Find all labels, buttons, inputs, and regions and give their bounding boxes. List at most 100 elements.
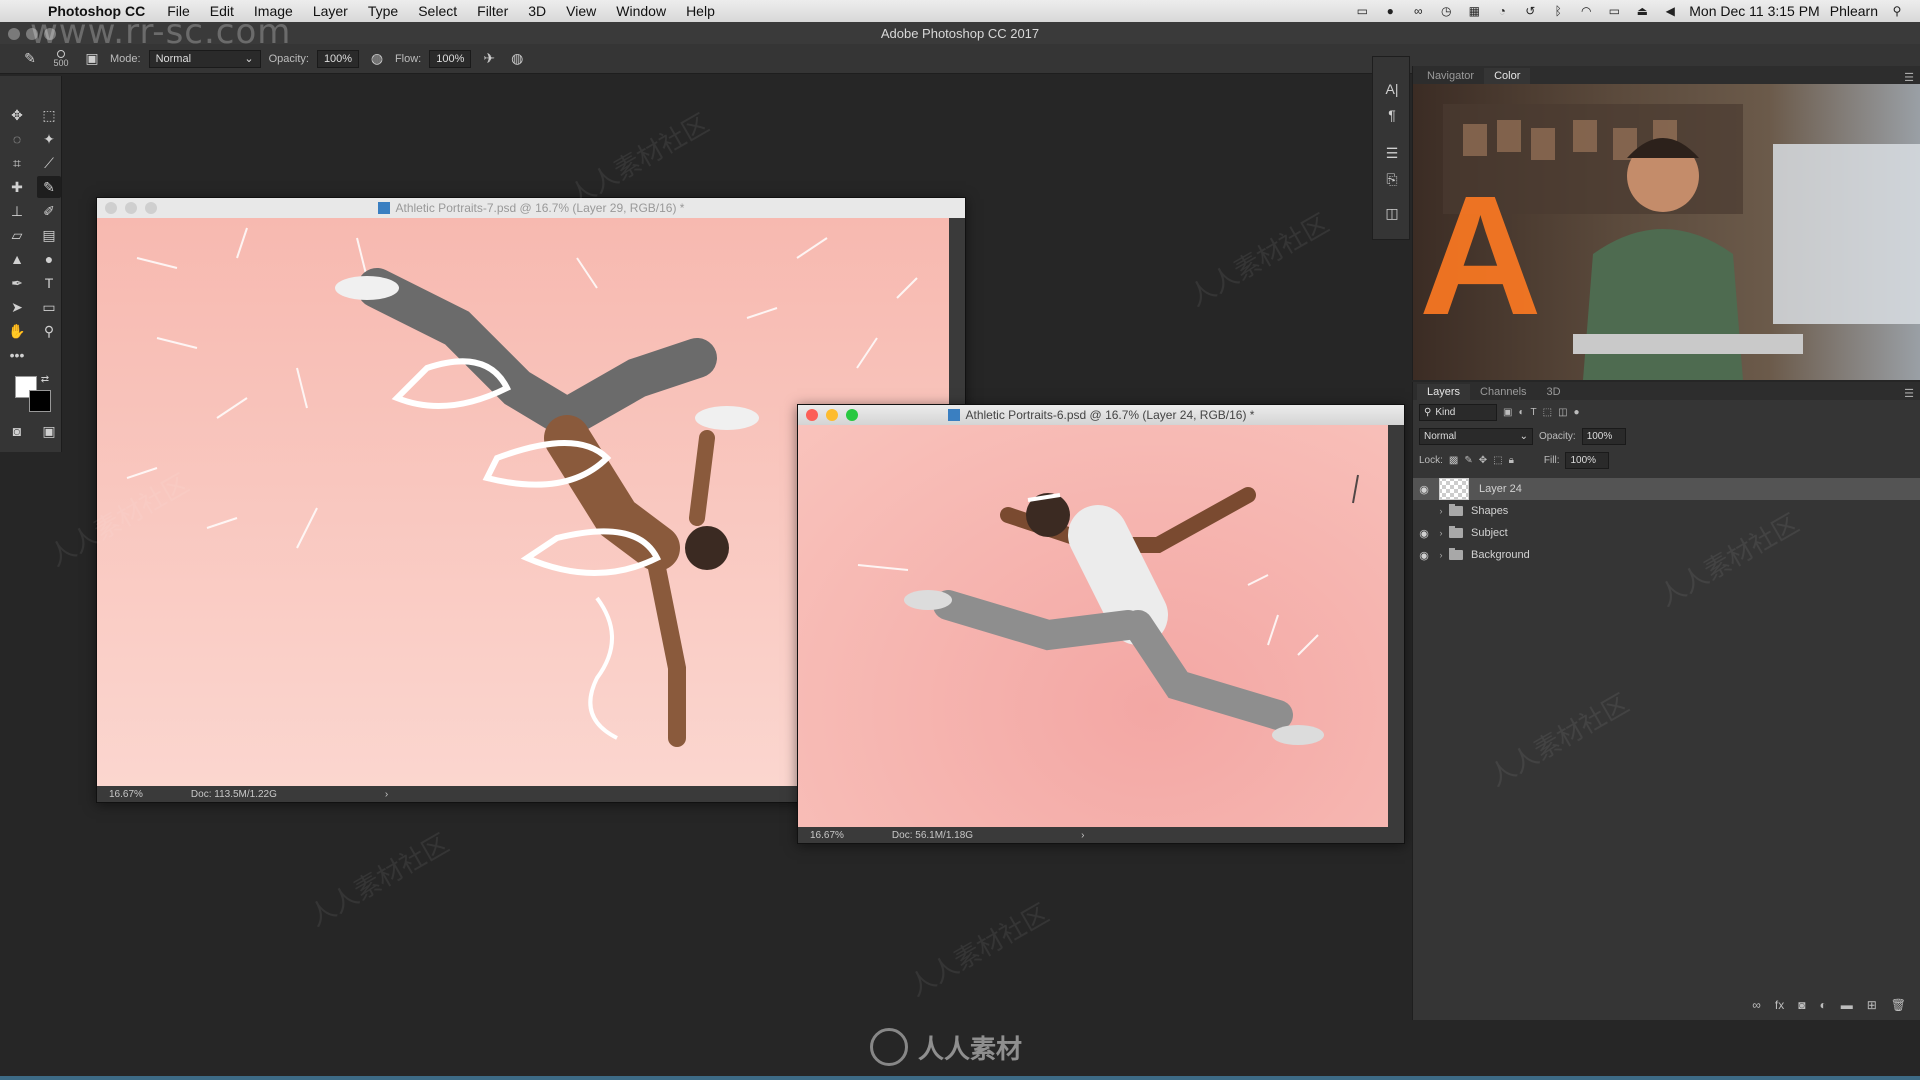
lock-position-icon[interactable]: ✥ [1479, 455, 1487, 466]
expand-caret-icon[interactable]: › [1435, 528, 1447, 538]
brush-tool-icon[interactable]: ✎ [20, 49, 40, 69]
mode-select[interactable]: Normal ⌄ [148, 49, 261, 68]
shape-tool-icon[interactable]: ▭ [37, 296, 61, 318]
eyedropper-tool-icon[interactable]: ⟋ [37, 152, 61, 174]
visibility-eye-icon[interactable]: ◉ [1413, 527, 1435, 540]
crop-tool-icon[interactable]: ⌗ [5, 152, 29, 174]
character-panel-icon[interactable]: A| [1381, 79, 1403, 99]
document-titlebar[interactable]: Athletic Portraits-7.psd @ 16.7% (Layer … [97, 198, 965, 218]
tab-layers[interactable]: Layers [1417, 384, 1471, 400]
marquee-tool-icon[interactable]: ⬚ [37, 104, 61, 126]
status-menu-arrow-icon[interactable]: › [385, 789, 388, 800]
history-panel-icon[interactable]: ⎘ [1381, 169, 1403, 189]
lasso-tool-icon[interactable]: ◌ [5, 128, 29, 150]
document-titlebar[interactable]: Athletic Portraits-6.psd @ 16.7% (Layer … [798, 405, 1404, 425]
document-window-portraits-6[interactable]: Athletic Portraits-6.psd @ 16.7% (Layer … [797, 404, 1405, 844]
menu-type[interactable]: Type [358, 3, 408, 19]
fill-input[interactable]: 100% [1565, 451, 1610, 469]
panel-menu-icon[interactable]: ☰ [1904, 71, 1920, 84]
type-tool-icon[interactable]: T [37, 272, 61, 294]
filter-type-icon[interactable]: T [1531, 407, 1537, 418]
wifi-icon[interactable]: ◠ [1577, 4, 1595, 18]
menu-filter[interactable]: Filter [467, 3, 518, 19]
history-brush-tool-icon[interactable]: ✐ [37, 200, 61, 222]
filter-pixel-icon[interactable]: ▣ [1503, 407, 1512, 418]
pressure-opacity-icon[interactable]: ◍ [367, 49, 387, 69]
zoom-document-button[interactable] [846, 409, 858, 421]
path-selection-tool-icon[interactable]: ➤ [5, 296, 29, 318]
minimize-document-button[interactable] [125, 202, 137, 214]
filter-smart-object-icon[interactable]: ◫ [1558, 407, 1567, 418]
close-window-button[interactable] [8, 28, 20, 40]
bluetooth-icon[interactable]: ᛒ [1549, 4, 1567, 18]
time-machine-icon[interactable]: ↺ [1521, 4, 1539, 18]
pen-tool-icon[interactable]: ✒ [5, 272, 29, 294]
zoom-tool-icon[interactable]: ⚲ [37, 320, 61, 342]
menubar-user[interactable]: Phlearn [1830, 3, 1878, 19]
eject-icon[interactable]: ⏏ [1633, 4, 1651, 18]
layer-style-fx-icon[interactable]: fx [1775, 998, 1784, 1012]
filter-shape-icon[interactable]: ⬚ [1543, 407, 1552, 418]
grid-icon[interactable]: ▦ [1465, 4, 1483, 18]
tab-channels[interactable]: Channels [1470, 384, 1536, 400]
lock-pixels-icon[interactable]: ✎ [1464, 455, 1472, 466]
zoom-level[interactable]: 16.67% [810, 830, 844, 841]
eraser-tool-icon[interactable]: ▱ [5, 224, 29, 246]
zoom-level[interactable]: 16.67% [109, 789, 143, 800]
expand-caret-icon[interactable]: › [1435, 506, 1447, 516]
delete-layer-icon[interactable]: 🗑︎ [1891, 998, 1906, 1012]
hand-tool-icon[interactable]: ✋ [5, 320, 29, 342]
layer-row-layer-24[interactable]: ◉ Layer 24 [1413, 478, 1920, 500]
tab-3d[interactable]: 3D [1537, 384, 1571, 400]
visibility-eye-icon[interactable]: ◉ [1413, 483, 1435, 496]
adjustments-panel-icon[interactable]: ◫ [1381, 203, 1403, 223]
adjustment-layer-icon[interactable]: ◐ [1819, 998, 1826, 1012]
dodge-tool-icon[interactable]: ● [37, 248, 61, 270]
zoom-document-button[interactable] [145, 202, 157, 214]
new-layer-icon[interactable]: ⊞ [1867, 998, 1877, 1012]
tab-color[interactable]: Color [1484, 68, 1531, 84]
backup-icon[interactable]: ◔ [1493, 4, 1511, 18]
properties-panel-icon[interactable]: ☰ [1381, 143, 1403, 163]
close-document-button[interactable] [105, 202, 117, 214]
flow-input[interactable]: 100% [429, 49, 472, 68]
more-tools-icon[interactable]: ••• [5, 344, 29, 366]
gradient-tool-icon[interactable]: ▤ [37, 224, 61, 246]
document-canvas[interactable] [798, 425, 1390, 829]
layer-opacity-input[interactable]: 100% [1581, 427, 1626, 445]
menu-view[interactable]: View [556, 3, 606, 19]
pressure-size-icon[interactable]: ◍ [507, 49, 527, 69]
menu-help[interactable]: Help [676, 3, 725, 19]
expand-caret-icon[interactable]: › [1435, 550, 1447, 560]
creative-cloud-icon[interactable]: ∞ [1409, 4, 1427, 18]
add-mask-icon[interactable]: ◙ [1798, 998, 1805, 1012]
menu-layer[interactable]: Layer [303, 3, 358, 19]
link-layers-icon[interactable]: ∞ [1752, 998, 1761, 1012]
background-color-swatch[interactable] [29, 390, 51, 412]
tab-navigator[interactable]: Navigator [1417, 68, 1484, 84]
swap-colors-icon[interactable]: ⇄ [38, 372, 52, 386]
filter-adjustment-icon[interactable]: ◐ [1518, 407, 1524, 418]
filter-toggle-icon[interactable]: ● [1574, 407, 1580, 418]
menu-3d[interactable]: 3D [518, 3, 556, 19]
volume-icon[interactable]: ◀ [1661, 4, 1679, 18]
menu-window[interactable]: Window [606, 3, 676, 19]
layer-row-background[interactable]: ◉ › Background [1413, 544, 1920, 566]
lock-artboard-icon[interactable]: ⬚ [1493, 455, 1502, 466]
app-status-icon[interactable]: ● [1381, 4, 1399, 18]
layer-row-shapes[interactable]: ◉ › Shapes [1413, 500, 1920, 522]
paragraph-panel-icon[interactable]: ¶ [1381, 105, 1403, 125]
blur-tool-icon[interactable]: ▲ [5, 248, 29, 270]
vertical-scrollbar[interactable] [1388, 425, 1404, 829]
close-document-button[interactable] [806, 409, 818, 421]
screen-mode-icon[interactable]: ▣ [37, 420, 61, 442]
visibility-eye-icon[interactable]: ◉ [1413, 505, 1435, 518]
opacity-input[interactable]: 100% [316, 49, 359, 68]
menu-select[interactable]: Select [408, 3, 467, 19]
visibility-eye-icon[interactable]: ◉ [1413, 549, 1435, 562]
minimize-document-button[interactable] [826, 409, 838, 421]
quick-mask-icon[interactable]: ◙ [5, 420, 29, 442]
move-tool-icon[interactable]: ✥ [5, 104, 29, 126]
menubar-clock[interactable]: Mon Dec 11 3:15 PM [1689, 3, 1819, 19]
new-group-icon[interactable]: ▬ [1841, 998, 1853, 1012]
